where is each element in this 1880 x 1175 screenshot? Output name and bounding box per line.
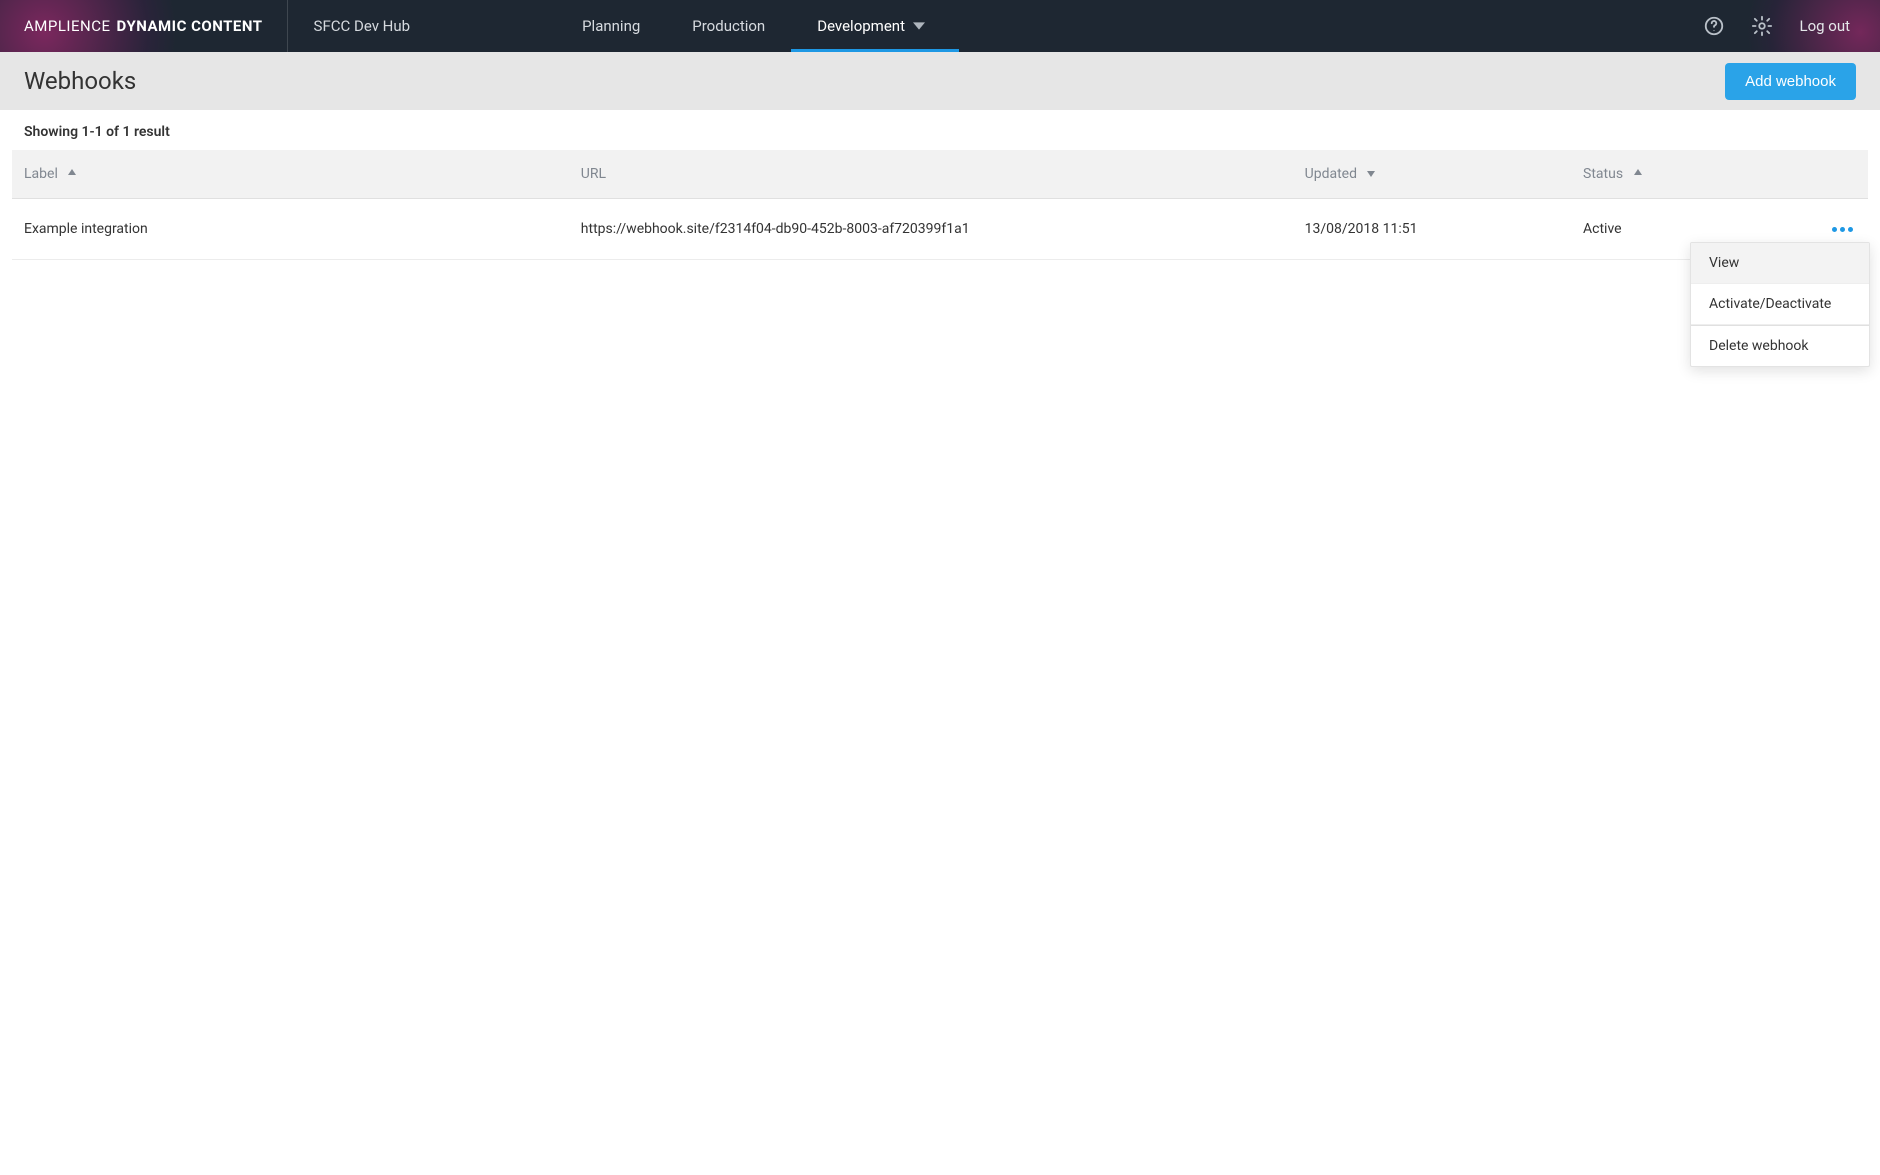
top-bar: AMPLIENCE DYNAMIC CONTENT SFCC Dev Hub P… bbox=[0, 0, 1880, 52]
sort-asc-icon bbox=[1633, 168, 1643, 178]
menu-item-delete[interactable]: Delete webhook bbox=[1691, 326, 1869, 366]
table-row[interactable]: Example integration https://webhook.site… bbox=[12, 199, 1868, 260]
column-header-text: Status bbox=[1583, 166, 1623, 182]
add-webhook-button[interactable]: Add webhook bbox=[1725, 63, 1856, 100]
main-nav: Planning Production Development bbox=[556, 0, 959, 52]
column-header-text: Label bbox=[24, 166, 58, 182]
column-header-actions bbox=[1775, 150, 1868, 199]
menu-item-label: Delete webhook bbox=[1709, 338, 1809, 354]
cell-url: https://webhook.site/f2314f04-db90-452b-… bbox=[569, 199, 1293, 260]
menu-item-label: View bbox=[1709, 255, 1739, 271]
gear-icon[interactable] bbox=[1751, 15, 1773, 37]
brand-bold: DYNAMIC CONTENT bbox=[117, 17, 263, 35]
page-title: Webhooks bbox=[24, 67, 1725, 95]
column-header-label[interactable]: Label bbox=[12, 150, 569, 199]
results-summary: Showing 1-1 of 1 result bbox=[0, 110, 1880, 150]
row-actions-menu: View Activate/Deactivate Delete webhook bbox=[1690, 242, 1870, 367]
menu-item-activate-deactivate[interactable]: Activate/Deactivate bbox=[1691, 284, 1869, 325]
nav-tab-label: Development bbox=[817, 17, 905, 35]
column-header-text: Updated bbox=[1305, 166, 1357, 182]
row-actions-button[interactable] bbox=[1828, 217, 1856, 241]
nav-tab-production[interactable]: Production bbox=[666, 0, 791, 52]
sort-asc-icon bbox=[67, 168, 77, 178]
cell-updated: 13/08/2018 11:51 bbox=[1293, 199, 1571, 260]
sub-header: Webhooks Add webhook bbox=[0, 52, 1880, 110]
column-header-status[interactable]: Status bbox=[1571, 150, 1775, 199]
nav-tab-label: Planning bbox=[582, 17, 640, 35]
webhooks-table-area: Label URL Updated Status bbox=[0, 150, 1880, 284]
nav-tab-development[interactable]: Development bbox=[791, 0, 959, 52]
help-icon[interactable] bbox=[1703, 15, 1725, 37]
brand-light: AMPLIENCE bbox=[24, 17, 111, 35]
brand-logo[interactable]: AMPLIENCE DYNAMIC CONTENT bbox=[0, 0, 288, 52]
column-header-updated[interactable]: Updated bbox=[1293, 150, 1571, 199]
webhooks-table: Label URL Updated Status bbox=[12, 150, 1868, 260]
nav-tab-planning[interactable]: Planning bbox=[556, 0, 666, 52]
column-header-url[interactable]: URL bbox=[569, 150, 1293, 199]
caret-down-icon bbox=[905, 20, 933, 32]
menu-item-label: Activate/Deactivate bbox=[1709, 296, 1831, 312]
hub-name[interactable]: SFCC Dev Hub bbox=[288, 0, 437, 52]
cell-label: Example integration bbox=[12, 199, 569, 260]
topbar-right: Log out bbox=[1703, 0, 1880, 52]
column-header-text: URL bbox=[581, 166, 606, 182]
sort-desc-icon bbox=[1366, 168, 1376, 178]
table-header-row: Label URL Updated Status bbox=[12, 150, 1868, 199]
menu-item-view[interactable]: View bbox=[1691, 243, 1869, 284]
logout-link[interactable]: Log out bbox=[1799, 17, 1850, 35]
nav-tab-label: Production bbox=[692, 17, 765, 35]
